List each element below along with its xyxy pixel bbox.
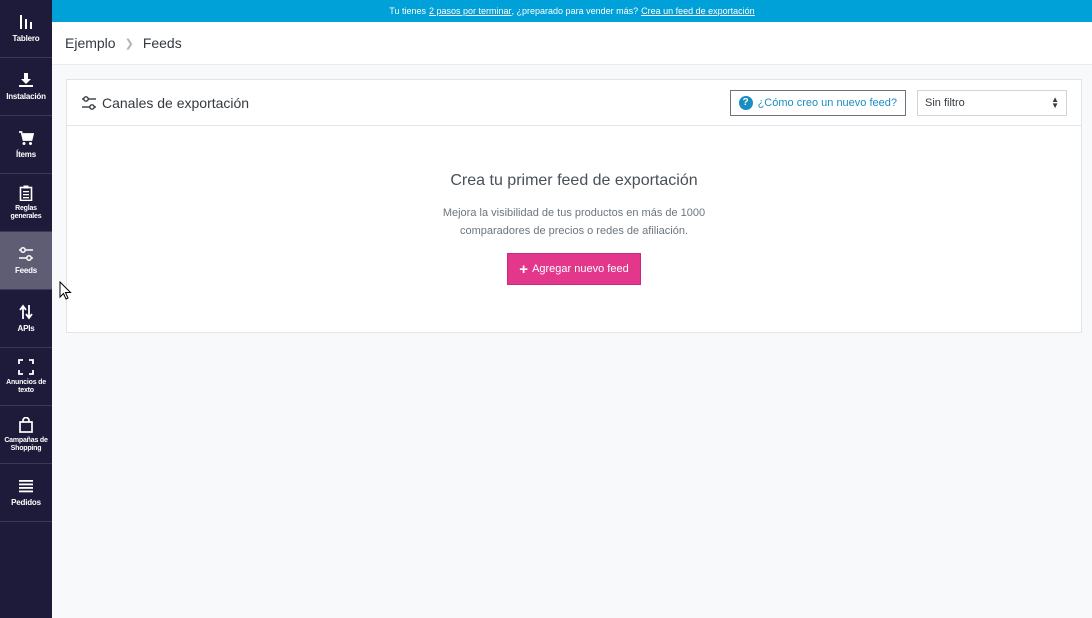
breadcrumb-root[interactable]: Ejemplo	[65, 35, 116, 51]
sidebar-item-label: Tablero	[12, 34, 40, 43]
mouse-cursor-icon	[59, 281, 72, 300]
sidebar-item-feeds[interactable]: Feeds	[0, 232, 52, 290]
sidebar-item-anuncios-de-texto[interactable]: Anuncios de texto	[0, 348, 52, 406]
shopping-bag-icon	[19, 416, 33, 433]
expand-icon	[18, 358, 34, 375]
empty-state-description: Mejora la visibilidad de tus productos e…	[67, 204, 1081, 240]
banner-steps-link[interactable]: 2 pasos por terminar	[429, 6, 512, 16]
help-button-label: ¿Cómo creo un nuevo feed?	[757, 96, 897, 109]
sidebar-item-reglas-generales[interactable]: Reglas generales	[0, 174, 52, 232]
sidebar-item-instalacion[interactable]: Instalación	[0, 58, 52, 116]
sidebar-item-label: Campañas de Shopping	[4, 436, 48, 452]
filter-select[interactable]: Sin filtro ▲ ▼	[917, 89, 1067, 116]
download-icon	[19, 73, 33, 87]
add-new-feed-button[interactable]: + Agregar nuevo feed	[507, 253, 641, 285]
sidebar-item-label: Anuncios de texto	[6, 378, 46, 394]
sidebar-item-label: Ítems	[16, 150, 36, 159]
chevron-right-icon: ❯	[124, 37, 134, 50]
banner-middle-text: , ¿preparado para vender más?	[511, 6, 639, 16]
filter-select-value: Sin filtro	[925, 96, 965, 109]
plus-icon: +	[519, 260, 529, 278]
sidebar-item-label: Feeds	[14, 266, 38, 275]
empty-state-line-1: Mejora la visibilidad de tus productos e…	[442, 207, 706, 219]
add-new-feed-label: Agregar nuevo feed	[532, 263, 629, 275]
banner-create-feed-link[interactable]: Crea un feed de exportación	[641, 6, 755, 16]
sliders-icon	[82, 95, 96, 110]
sidebar-item-label: Reglas generales	[10, 204, 42, 220]
bar-chart-icon	[20, 15, 32, 29]
help-new-feed-button[interactable]: ? ¿Cómo creo un nuevo feed?	[729, 89, 906, 116]
list-icon	[19, 480, 33, 493]
sliders-icon	[19, 247, 33, 261]
card-title-text: Canales de exportación	[102, 94, 250, 111]
sidebar: Tablero Instalación Ítems Reglas general…	[0, 0, 52, 618]
sidebar-item-label: Instalación	[6, 92, 46, 101]
export-channels-card: Canales de exportación ? ¿Cómo creo un n…	[66, 79, 1082, 333]
breadcrumb: Ejemplo ❯ Feeds	[52, 22, 1092, 65]
card-title: Canales de exportación	[81, 95, 249, 111]
sidebar-item-label: Pedidos	[11, 498, 41, 507]
sidebar-item-campanas-de-shopping[interactable]: Campañas de Shopping	[0, 406, 52, 464]
onboarding-banner: Tu tienes 2 pasos por terminar , ¿prepar…	[52, 0, 1092, 22]
question-circle-icon: ?	[738, 95, 753, 110]
sidebar-item-label: APIs	[17, 324, 35, 333]
sort-arrows-icon: ▲ ▼	[1051, 94, 1059, 110]
empty-state: Crea tu primer feed de exportación Mejor…	[67, 126, 1081, 285]
card-header: Canales de exportación ? ¿Cómo creo un n…	[67, 80, 1081, 126]
sidebar-item-items[interactable]: Ítems	[0, 116, 52, 174]
empty-state-title: Crea tu primer feed de exportación	[450, 172, 698, 189]
sidebar-item-apis[interactable]: APIs	[0, 290, 52, 348]
clipboard-icon	[19, 185, 33, 201]
sidebar-item-tablero[interactable]: Tablero	[0, 0, 52, 58]
breadcrumb-current: Feeds	[142, 35, 182, 51]
banner-prefix: Tu tienes	[389, 6, 426, 16]
cart-icon	[19, 131, 34, 145]
swap-arrows-icon	[19, 304, 33, 320]
card-header-actions: ? ¿Cómo creo un nuevo feed? Sin filtro ▲…	[729, 89, 1067, 116]
empty-state-line-2: comparadores de precios o redes de afili…	[459, 225, 689, 237]
sidebar-item-pedidos[interactable]: Pedidos	[0, 464, 52, 522]
